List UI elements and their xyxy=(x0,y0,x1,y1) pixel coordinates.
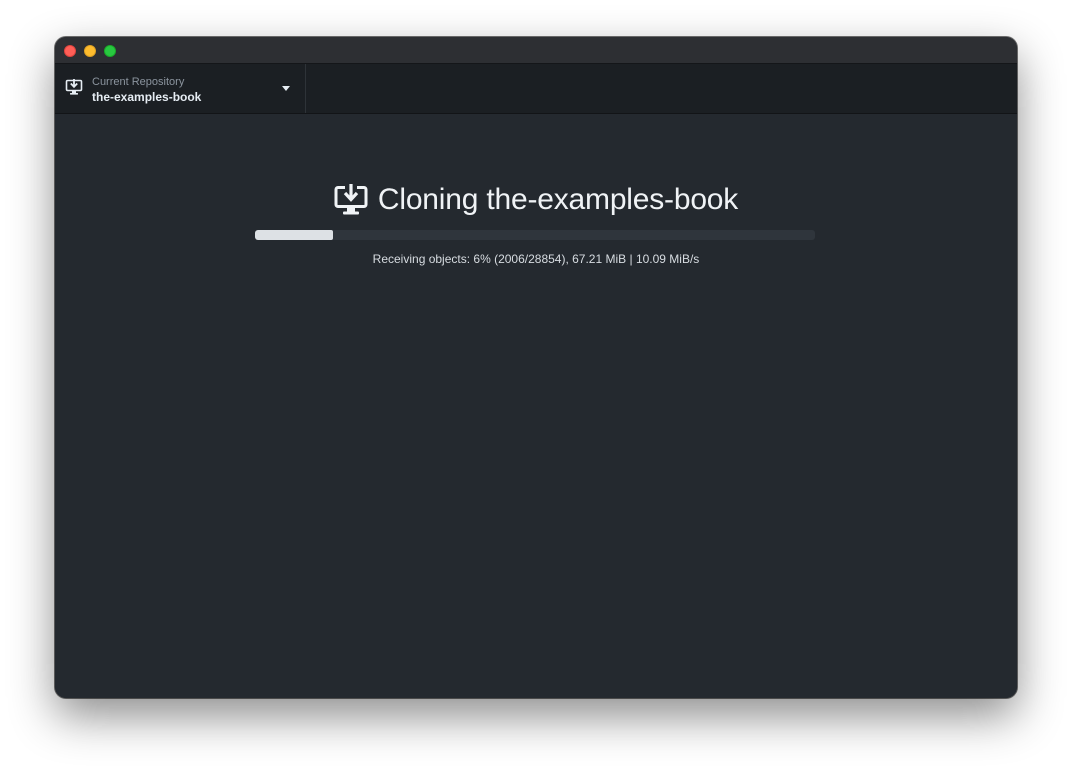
desktop-download-icon xyxy=(65,79,83,95)
clone-header: Cloning the-examples-book xyxy=(55,180,1017,220)
chevron-down-icon xyxy=(282,86,290,91)
title-bar xyxy=(55,37,1017,64)
close-window-button[interactable] xyxy=(64,45,76,57)
toolbar: Current Repository the-examples-book xyxy=(55,64,1017,114)
current-repository-selector[interactable]: Current Repository the-examples-book xyxy=(55,64,306,113)
clone-progress-bar xyxy=(255,230,815,240)
clone-progress-fill xyxy=(255,230,334,240)
app-window: Current Repository the-examples-book Clo… xyxy=(55,37,1017,698)
zoom-window-button[interactable] xyxy=(104,45,116,57)
clone-title: Cloning the-examples-book xyxy=(377,183,739,216)
clone-progress-view: Cloning the-examples-book Receiving obje… xyxy=(55,114,1017,698)
desktop-download-icon xyxy=(334,184,368,215)
current-repository-name: the-examples-book xyxy=(92,90,202,104)
current-repository-caption: Current Repository xyxy=(92,76,185,88)
clone-progress-status: Receiving objects: 6% (2006/28854), 67.2… xyxy=(372,252,700,266)
minimize-window-button[interactable] xyxy=(84,45,96,57)
